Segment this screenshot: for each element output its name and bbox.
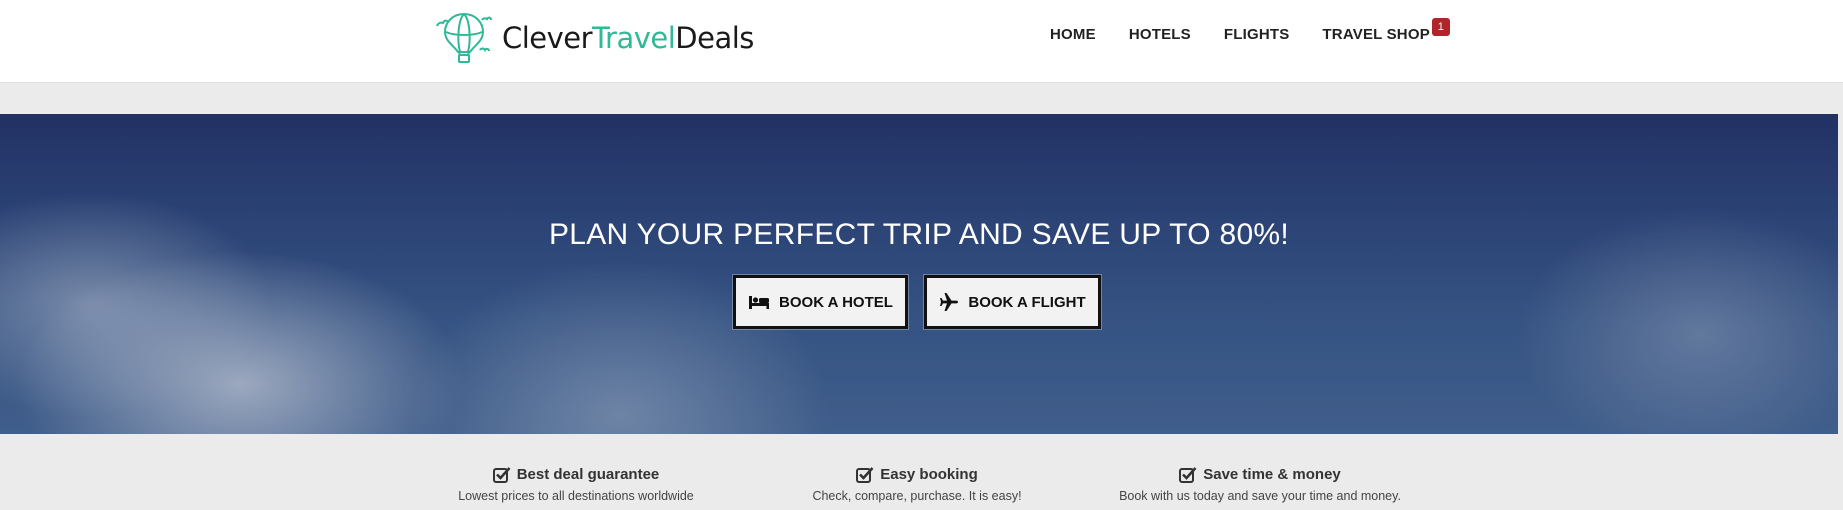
feature-title-row: Easy booking <box>812 466 1022 483</box>
brand-name-part1: Clever <box>502 21 593 55</box>
book-hotel-label: BOOK A HOTEL <box>779 293 893 311</box>
checkbox-icon <box>492 467 511 483</box>
nav-travel-shop-label: TRAVEL SHOP <box>1322 26 1430 43</box>
hero-title: PLAN YOUR PERFECT TRIP AND SAVE UP TO 80… <box>548 218 1290 251</box>
site-header: CleverTravelDeals HOME HOTELS FLIGHTS TR… <box>0 0 1843 83</box>
brand-logo[interactable]: CleverTravelDeals <box>434 10 754 66</box>
bed-icon <box>749 296 770 309</box>
brand-name: CleverTravelDeals <box>502 21 754 55</box>
main-nav: HOME HOTELS FLIGHTS TRAVEL SHOP 1 <box>1050 18 1450 43</box>
nav-flights[interactable]: FLIGHTS <box>1224 26 1290 43</box>
checkbox-icon <box>856 467 874 483</box>
feature-desc: Lowest prices to all destinations worldw… <box>458 489 694 503</box>
feature-desc: Book with us today and save your time an… <box>1119 489 1401 503</box>
book-flight-button[interactable]: BOOK A FLIGHT <box>924 275 1101 329</box>
feature-easy-booking: Easy booking Check, compare, purchase. I… <box>812 466 1022 503</box>
brand-name-part3: Deals <box>675 21 754 55</box>
feature-save-time: Save time & money Book with us today and… <box>1110 466 1410 503</box>
book-flight-label: BOOK A FLIGHT <box>968 293 1086 311</box>
feature-title: Save time & money <box>1203 466 1341 483</box>
hot-air-balloon-icon <box>436 12 492 63</box>
feature-title-row: Save time & money <box>1110 466 1410 483</box>
cart-count-badge: 1 <box>1431 18 1450 36</box>
checkbox-icon <box>1179 467 1197 483</box>
hero-banner: PLAN YOUR PERFECT TRIP AND SAVE UP TO 80… <box>0 114 1838 434</box>
brand-name-part2: Travel <box>592 21 676 55</box>
nav-home[interactable]: HOME <box>1050 26 1096 43</box>
plane-icon <box>940 293 959 311</box>
feature-title: Easy booking <box>880 466 978 483</box>
feature-best-deal: Best deal guarantee Lowest prices to all… <box>456 466 696 503</box>
book-hotel-button[interactable]: BOOK A HOTEL <box>733 275 908 329</box>
feature-desc: Check, compare, purchase. It is easy! <box>812 489 1022 503</box>
hero-overlay <box>0 114 1838 434</box>
nav-travel-shop[interactable]: TRAVEL SHOP 1 <box>1322 18 1450 43</box>
feature-title-row: Best deal guarantee <box>456 466 696 483</box>
feature-title: Best deal guarantee <box>516 466 660 483</box>
nav-hotels[interactable]: HOTELS <box>1129 26 1191 43</box>
